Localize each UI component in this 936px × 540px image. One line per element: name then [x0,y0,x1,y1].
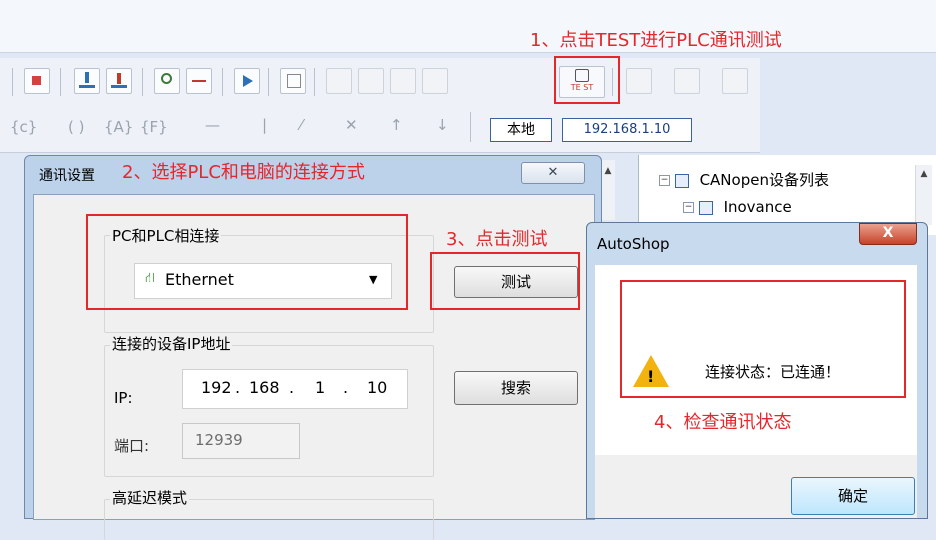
export-icon[interactable] [674,68,700,94]
ip-address-button[interactable]: 192.168.1.10 [562,118,692,142]
search-button[interactable]: 搜索 [454,371,578,405]
run-icon[interactable] [234,68,260,94]
highlight-connection-group [86,214,408,310]
download-icon[interactable] [74,68,100,94]
message-box-title: AutoShop [597,235,670,253]
annotation-step-2: 2、选择PLC和电脑的连接方式 [122,162,365,183]
ip-octet-1: 192 [201,378,232,397]
highlight-test-button [554,56,620,104]
ip-octet-4: 10 [367,378,388,397]
close-icon: ✕ [547,165,559,180]
highlight-message [620,280,906,398]
annotation-step-4: 4、检查通讯状态 [654,412,792,433]
annotation-step-3: 3、点击测试 [446,229,548,250]
toolbar-row-1: TE ST [0,58,760,102]
coil-icon[interactable]: ( ) [68,118,84,136]
tree-item-label: Inovance [723,198,792,216]
scroll-up-icon[interactable]: ▲ [601,166,615,176]
vline-icon[interactable]: | [262,116,267,134]
collapse-icon[interactable]: − [683,202,694,213]
port-input[interactable]: 12939 [182,423,300,459]
local-button[interactable]: 本地 [490,118,552,142]
close-icon: X [882,225,894,241]
toolbar-separator [314,68,315,96]
toolbar-separator [142,68,143,96]
function-f-icon[interactable]: {F} [140,118,168,136]
contact-icon[interactable]: {c} [10,118,37,136]
compile-icon[interactable] [326,68,352,94]
ip-octet-2: 168 [249,378,280,397]
editor-scrollbar[interactable]: ▲ [600,160,615,220]
arrow-up-icon[interactable]: ↑ [390,116,403,134]
panel-icon[interactable] [722,68,748,94]
list-icon [674,173,689,188]
message-box-close-button[interactable]: X [859,223,917,245]
upload-icon[interactable] [106,68,132,94]
list-icon [698,200,713,215]
port-value: 12939 [195,431,243,449]
port-label: 端口: [114,437,150,455]
highlight-test-button-dialog [430,252,580,310]
comm-settings-dialog: 通讯设置 ✕ PC和PLC相连接 ⛙ Ethernet ▼ 测试 连接的设备IP… [24,155,602,540]
compile-all-icon[interactable] [358,68,384,94]
toolbar-separator [470,112,471,142]
toolbar-separator [60,68,61,96]
scroll-up-icon[interactable]: ▲ [916,169,932,179]
ip-label: IP: [114,389,133,407]
toolbar-separator [12,68,13,96]
monitor-icon[interactable] [154,68,180,94]
dialog-title: 通讯设置 [39,168,95,184]
toolbar-separator [222,68,223,96]
dialog-close-button[interactable]: ✕ [521,162,585,184]
toolbar-row-2: {c} ( ) {A} {F} — | ⁄ ✕ ↑ ↓ 本地 192.168.1… [0,102,760,153]
stop-icon[interactable] [24,68,50,94]
hline-icon[interactable]: — [205,116,220,134]
ip-dot: . [289,378,295,397]
ip-dot: . [235,378,241,397]
tree-item-label: CANopen设备列表 [699,171,829,189]
toolbar-separator [268,68,269,96]
ok-button[interactable]: 确定 [791,477,915,515]
latency-group-label: 高延迟模式 [110,487,190,508]
title-bar-area [0,0,936,53]
align-2-icon[interactable] [422,68,448,94]
waveform-icon[interactable] [186,68,212,94]
edit-icon[interactable] [280,68,306,94]
annotation-step-1: 1、点击TEST进行PLC通讯测试 [530,30,782,51]
import-icon[interactable] [626,68,652,94]
tree-item-canopen[interactable]: − CANopen设备列表 [659,169,829,190]
collapse-icon[interactable]: − [659,175,670,186]
function-a-icon[interactable]: {A} [104,118,133,136]
ip-dot: . [343,378,349,397]
ip-address-input[interactable]: 192 . 168 . 1 . 10 [182,369,408,409]
ip-group-label: 连接的设备IP地址 [110,333,233,354]
align-icon[interactable] [390,68,416,94]
tree-scrollbar[interactable]: ▲ [915,165,932,225]
ip-octet-3: 1 [315,378,326,397]
slash-icon[interactable]: ⁄ [300,116,303,134]
arrow-down-icon[interactable]: ↓ [436,116,449,134]
cross-icon[interactable]: ✕ [345,116,358,134]
message-box-footer: 确定 [595,455,917,518]
tree-item-inovance[interactable]: − Inovance [683,198,792,216]
